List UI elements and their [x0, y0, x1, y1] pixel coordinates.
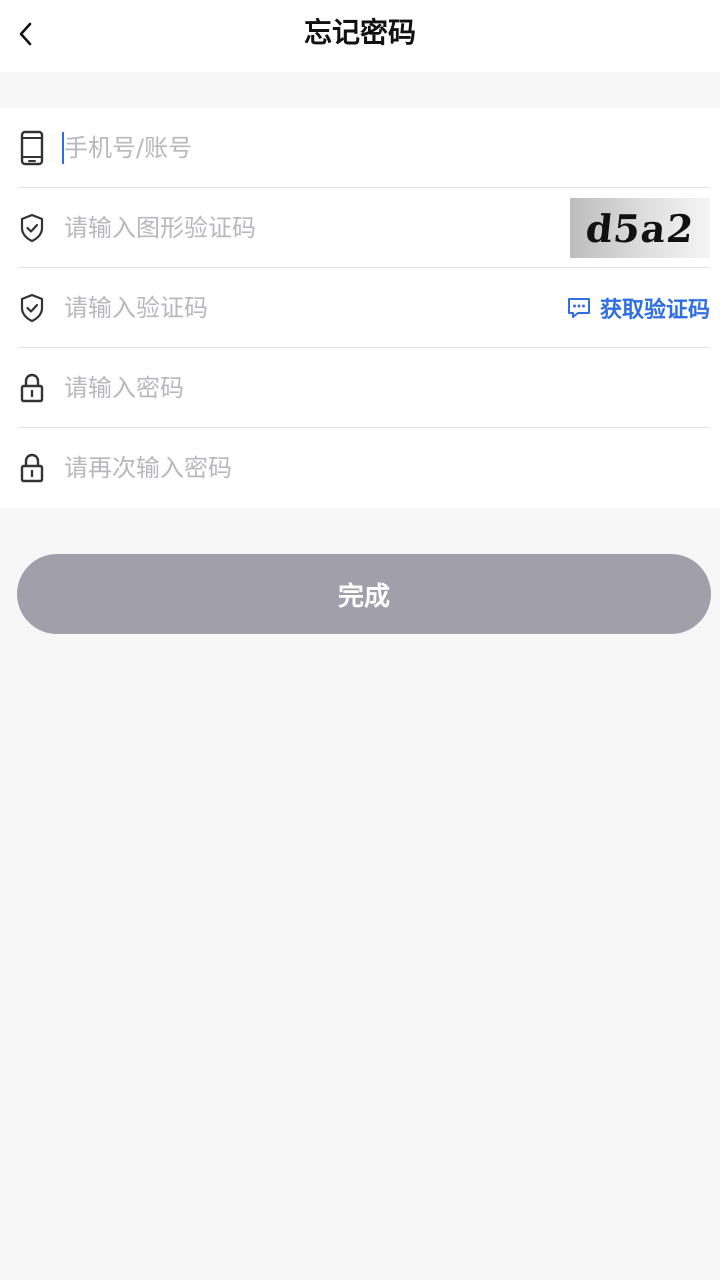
reset-password-form: d5a2 获取验证码: [0, 108, 720, 508]
sms-code-row: 获取验证码: [18, 268, 710, 348]
get-code-label: 获取验证码: [599, 298, 710, 323]
submit-button[interactable]: 完成: [17, 554, 711, 634]
captcha-image[interactable]: d5a2: [570, 198, 710, 258]
password-row: [18, 348, 710, 428]
submit-label: 完成: [337, 581, 390, 612]
image-captcha-row: d5a2: [18, 188, 710, 268]
get-code-button[interactable]: 获取验证码: [566, 288, 710, 328]
page-title: 忘记密码: [303, 16, 416, 49]
account-row: [18, 108, 710, 188]
phone-icon: [18, 128, 46, 168]
lock-icon: [18, 368, 46, 408]
header-bar: 忘记密码: [0, 0, 720, 72]
message-icon: [567, 298, 590, 318]
confirm-password-row: [18, 428, 710, 508]
shield-check-icon: [18, 288, 46, 328]
sms-code-input[interactable]: [64, 286, 524, 330]
confirm-password-input[interactable]: [64, 446, 524, 490]
password-input[interactable]: [64, 366, 524, 410]
captcha-text: d5a2: [583, 205, 697, 251]
lock-icon: [18, 448, 46, 488]
shield-check-icon: [18, 208, 46, 248]
account-input[interactable]: [64, 126, 524, 170]
image-captcha-input[interactable]: [64, 206, 524, 250]
